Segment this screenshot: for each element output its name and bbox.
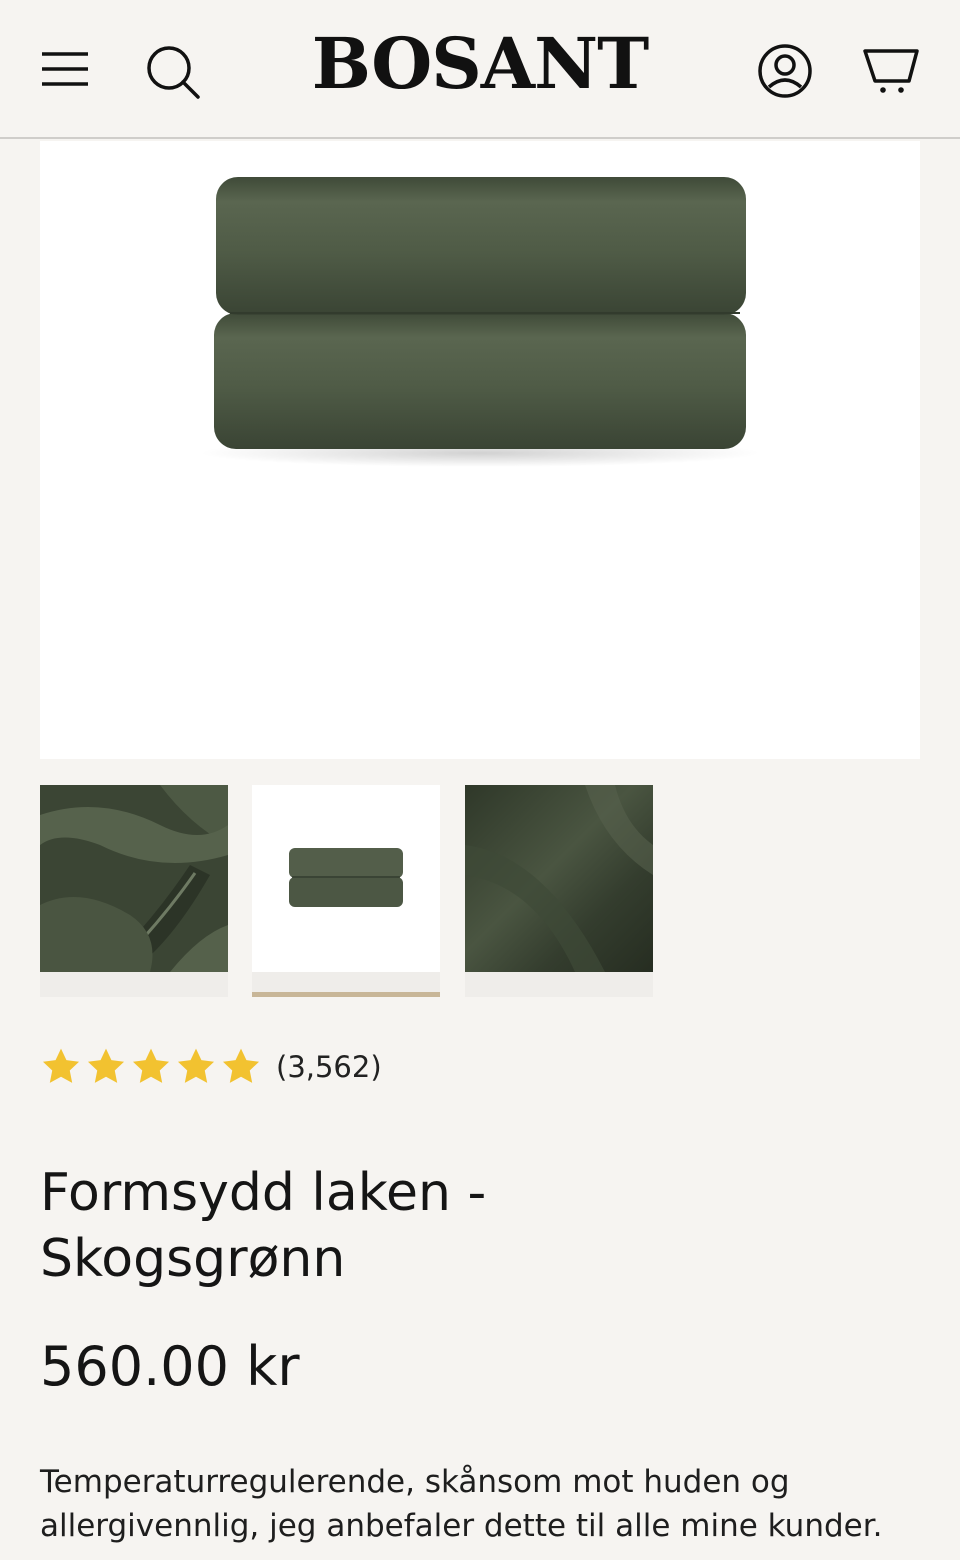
star-icon [132,1048,170,1083]
folded-sheets-image [200,177,760,467]
thumb-fabric-closeup[interactable] [465,785,653,997]
thumb-indicator-active [252,992,440,997]
star-icon [222,1048,260,1083]
star-icon [42,1048,80,1083]
fabric-closeup-image [465,785,653,972]
product-description: Temperaturregulerende, skånsom mot huden… [40,1464,883,1544]
rating-stars [40,1046,262,1088]
menu-icon[interactable] [36,44,94,94]
site-header: BOSANT [0,0,960,139]
product-title: Formsydd laken - Skogsgrønn [40,1160,660,1292]
account-icon[interactable] [754,40,816,102]
thumb-fitted-corner[interactable] [40,785,228,997]
search-icon[interactable] [140,40,204,102]
review-count[interactable]: (3,562) [276,1050,382,1084]
thumb-folded-sheets[interactable] [252,785,440,997]
product-title-line1: Formsydd laken - [40,1163,487,1223]
folded-sheets-thumb-image [252,785,440,972]
thumb-indicator [465,992,653,997]
star-icon [177,1048,215,1083]
product-main-image[interactable] [40,141,920,759]
cart-icon[interactable] [858,40,924,100]
fitted-sheet-corner-image [40,785,228,972]
star-icon [87,1048,125,1083]
site-logo[interactable]: BOSANT [300,18,660,108]
product-rating[interactable]: (3,562) [40,1045,382,1089]
product-title-line2: Skogsgrønn [40,1229,346,1289]
product-price: 560.00 kr [40,1335,300,1398]
thumb-indicator [40,992,228,997]
